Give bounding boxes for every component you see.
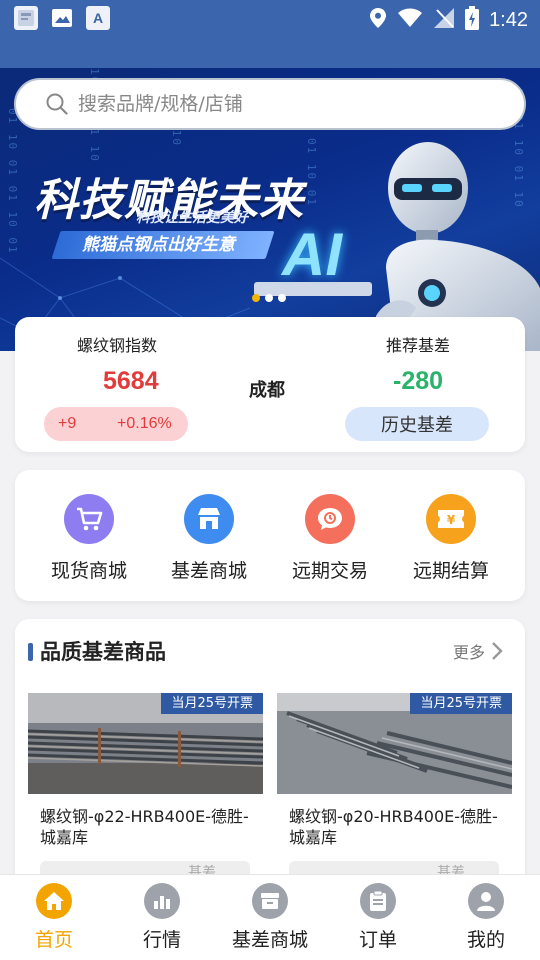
quality-products-section: 品质基差商品 更多 当月25号开票 螺纹钢-φ22-HRB400E-德胜-城嘉库… <box>15 619 525 899</box>
banner-ai-text: AI <box>282 221 342 288</box>
menu-forward-settlement[interactable]: ¥ 远期结算 <box>396 494 506 583</box>
section-accent-bar <box>28 643 33 661</box>
carousel-dot-2[interactable] <box>265 294 273 302</box>
menu-label: 远期结算 <box>412 560 489 582</box>
tab-label: 行情 <box>142 929 181 951</box>
index-change-badge: +9 +0.16% <box>44 407 188 441</box>
home-icon <box>36 883 72 919</box>
store-icon <box>252 883 288 919</box>
product-title: 螺纹钢-φ20-HRB400E-德胜-城嘉库 <box>289 807 498 847</box>
battery-icon <box>465 6 480 34</box>
section-title: 品质基差商品 <box>40 640 166 664</box>
user-icon <box>468 883 504 919</box>
change-percent: +0.16% <box>117 415 172 432</box>
chevron-right-icon <box>492 642 503 660</box>
tab-home[interactable]: 首页 <box>0 883 108 952</box>
tab-label: 订单 <box>358 929 397 951</box>
bottom-tab-bar: 首页 行情 基差商城 订单 我的 <box>0 874 540 960</box>
product-title: 螺纹钢-φ22-HRB400E-德胜-城嘉库 <box>40 807 249 847</box>
banner-subtitle: 科技让生活更美好 <box>136 210 248 226</box>
image-icon <box>50 6 74 30</box>
city-selector[interactable]: 成都 <box>249 376 285 402</box>
menu-label: 远期交易 <box>291 560 368 582</box>
carousel-dot-3[interactable] <box>278 294 286 302</box>
no-signal-icon <box>433 7 455 33</box>
basis-label: 推荐基差 <box>386 336 451 355</box>
history-basis-button[interactable]: 历史基差 <box>345 407 489 441</box>
menu-label: 基差商城 <box>170 560 247 582</box>
store-icon <box>184 494 234 544</box>
carousel-dot-1[interactable] <box>252 294 260 302</box>
banner-slogan-text: 熊猫点钢点出好生意 <box>82 235 235 255</box>
more-label: 更多 <box>452 643 485 662</box>
menu-forward-trade[interactable]: 远期交易 <box>275 494 385 583</box>
banner-slogan: 熊猫点钢点出好生意 <box>51 231 275 259</box>
cart-icon <box>64 494 114 544</box>
text-a-icon: A <box>86 6 110 30</box>
header-band <box>0 38 540 68</box>
product-card[interactable]: 当月25号开票 螺纹钢-φ22-HRB400E-德胜-城嘉库 基差 <box>28 693 263 891</box>
tab-label: 基差商城 <box>231 929 308 951</box>
carousel-indicator[interactable] <box>252 294 286 302</box>
chat-clock-icon <box>305 494 355 544</box>
menu-label: 现货商城 <box>50 560 127 582</box>
index-label: 螺纹钢指数 <box>77 336 158 355</box>
product-image: 当月25号开票 <box>277 693 512 794</box>
tab-market[interactable]: 行情 <box>108 883 216 952</box>
tab-label: 首页 <box>34 929 73 951</box>
basis-value: -280 <box>393 367 444 395</box>
menu-basis-mall[interactable]: 基差商城 <box>154 494 264 583</box>
search-icon <box>46 93 68 115</box>
invoice-tag: 当月25号开票 <box>161 693 263 714</box>
clipboard-icon <box>360 883 396 919</box>
quick-menu: 现货商城 基差商城 远期交易 ¥ 远期结算 <box>15 470 525 601</box>
notification-app-icon <box>14 6 38 30</box>
status-time: 1:42 <box>489 8 528 31</box>
search-bar[interactable] <box>14 78 526 130</box>
tab-label: 我的 <box>466 929 505 951</box>
tab-mine[interactable]: 我的 <box>432 883 540 952</box>
menu-spot-mall[interactable]: 现货商城 <box>34 494 144 583</box>
location-icon <box>369 7 387 33</box>
yen-ticket-icon: ¥ <box>426 494 476 544</box>
index-value: 5684 <box>103 367 159 395</box>
product-card[interactable]: 当月25号开票 螺纹钢-φ20-HRB400E-德胜-城嘉库 基差 <box>277 693 512 891</box>
change-absolute: +9 <box>58 415 77 432</box>
chart-icon <box>144 883 180 919</box>
more-link[interactable]: 更多 <box>453 639 503 663</box>
svg-text:¥: ¥ <box>447 513 456 527</box>
tab-basis-mall[interactable]: 基差商城 <box>216 883 324 952</box>
product-image: 当月25号开票 <box>28 693 263 794</box>
rebar-index-card: 螺纹钢指数 5684 +9 +0.16% 成都 推荐基差 -280 历史基差 <box>15 317 525 452</box>
wifi-icon <box>397 8 423 32</box>
invoice-tag: 当月25号开票 <box>410 693 512 714</box>
tab-orders[interactable]: 订单 <box>324 883 432 952</box>
status-bar: A 1:42 <box>0 0 540 38</box>
search-input[interactable] <box>78 93 478 115</box>
